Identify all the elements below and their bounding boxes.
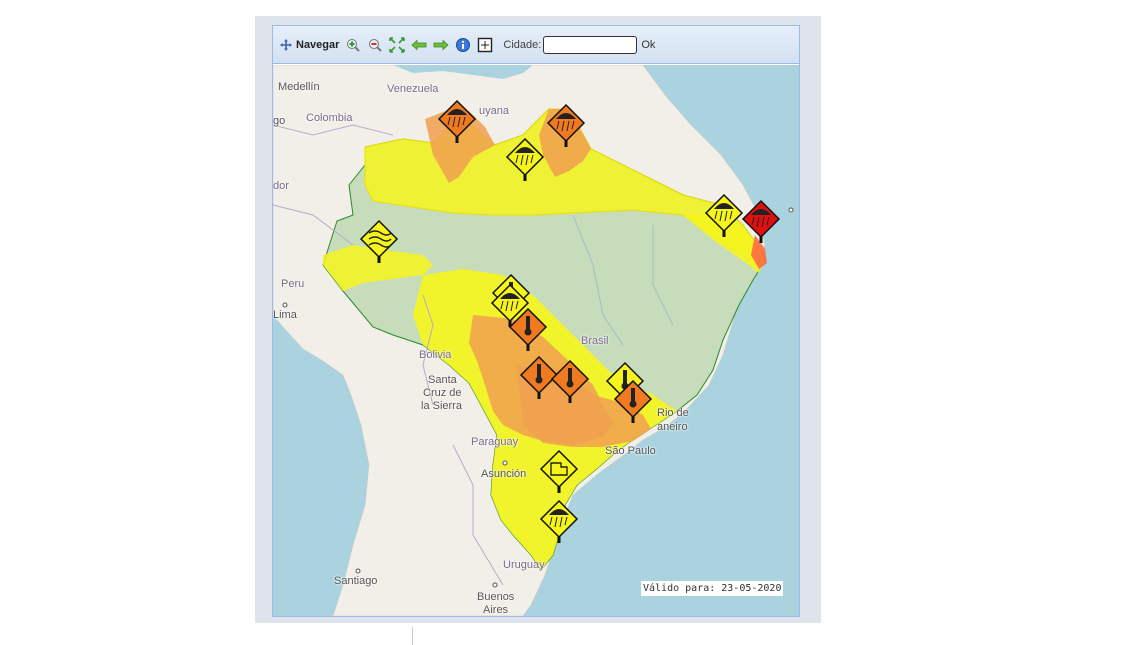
navigate-button[interactable]: Navegar (279, 35, 339, 55)
alert-sign-orange[interactable] (550, 359, 590, 403)
zoom-out-icon (369, 38, 383, 52)
label-bolivia: Bolivia (419, 349, 452, 361)
select-box-icon (478, 37, 493, 52)
label-ecuador: dor (273, 180, 289, 192)
zoom-extent-icon (389, 36, 406, 53)
label-sao-paulo: São Paulo (605, 445, 656, 457)
alert-sign-orange[interactable] (519, 355, 559, 399)
city-search-input[interactable] (543, 35, 638, 54)
label-rio-2: aneiro (657, 421, 688, 433)
label-venezuela: Venezuela (387, 83, 439, 95)
alert-sign-yellow[interactable] (704, 193, 744, 237)
page-divider (412, 627, 413, 645)
label-brasil: Brasil (581, 335, 609, 347)
map-panel: Navegar Cidade: Ok Medellín Venezuela uy… (272, 25, 800, 617)
back-button[interactable] (411, 35, 427, 55)
label-bogota: go (273, 115, 286, 127)
alert-sign-orange[interactable] (437, 99, 477, 143)
map-window-frame: Navegar Cidade: Ok Medellín Venezuela uy… (255, 16, 821, 623)
label-lima: Lima (273, 309, 297, 321)
info-icon (456, 37, 471, 52)
alert-sign-yellow[interactable] (539, 449, 579, 493)
back-icon (411, 39, 427, 50)
map-view[interactable]: Medellín Venezuela uyana Colombia go dor… (273, 65, 799, 616)
label-santa-cruz-3: la Sierra (421, 400, 462, 412)
label-medellin: Medellín (278, 81, 320, 93)
forward-icon (434, 39, 450, 50)
label-buenos-aires-2: Aires (483, 604, 509, 616)
validity-date: Válido para: 23-05-2020 (641, 581, 784, 596)
label-rio-1: Rio de (657, 407, 689, 419)
alert-sign-red[interactable] (741, 199, 781, 243)
navigate-label: Navegar (296, 38, 340, 51)
zoom-in-button[interactable] (345, 35, 361, 55)
select-box-button[interactable] (477, 35, 493, 55)
alert-sign-yellow[interactable] (359, 219, 399, 263)
label-paraguay: Paraguay (471, 436, 519, 448)
alert-signs-layer (359, 99, 781, 543)
zoom-in-icon (347, 38, 361, 52)
zoom-out-button[interactable] (367, 35, 383, 55)
city-label: Cidade: (503, 38, 542, 51)
label-guyana: uyana (479, 105, 509, 117)
label-peru: Peru (281, 278, 305, 290)
label-santa-cruz-2: Cruz de (423, 387, 462, 399)
label-colombia: Colombia (306, 112, 353, 124)
label-santa-cruz-1: Santa (428, 374, 457, 386)
label-buenos-aires-1: Buenos (477, 591, 515, 603)
alert-sign-yellow[interactable] (505, 137, 545, 181)
alert-sign-yellow[interactable] (539, 499, 579, 543)
info-button[interactable] (455, 35, 471, 55)
zoom-extent-button[interactable] (389, 35, 406, 55)
pan-icon (280, 38, 292, 51)
alert-sign-orange[interactable] (546, 103, 586, 147)
label-santiago: Santiago (334, 575, 378, 587)
map-toolbar: Navegar Cidade: Ok (273, 26, 799, 64)
forward-button[interactable] (433, 35, 450, 55)
label-uruguay: Uruguay (503, 559, 545, 571)
ok-button[interactable]: Ok (641, 39, 655, 51)
label-asuncion: Asunción (481, 468, 527, 480)
